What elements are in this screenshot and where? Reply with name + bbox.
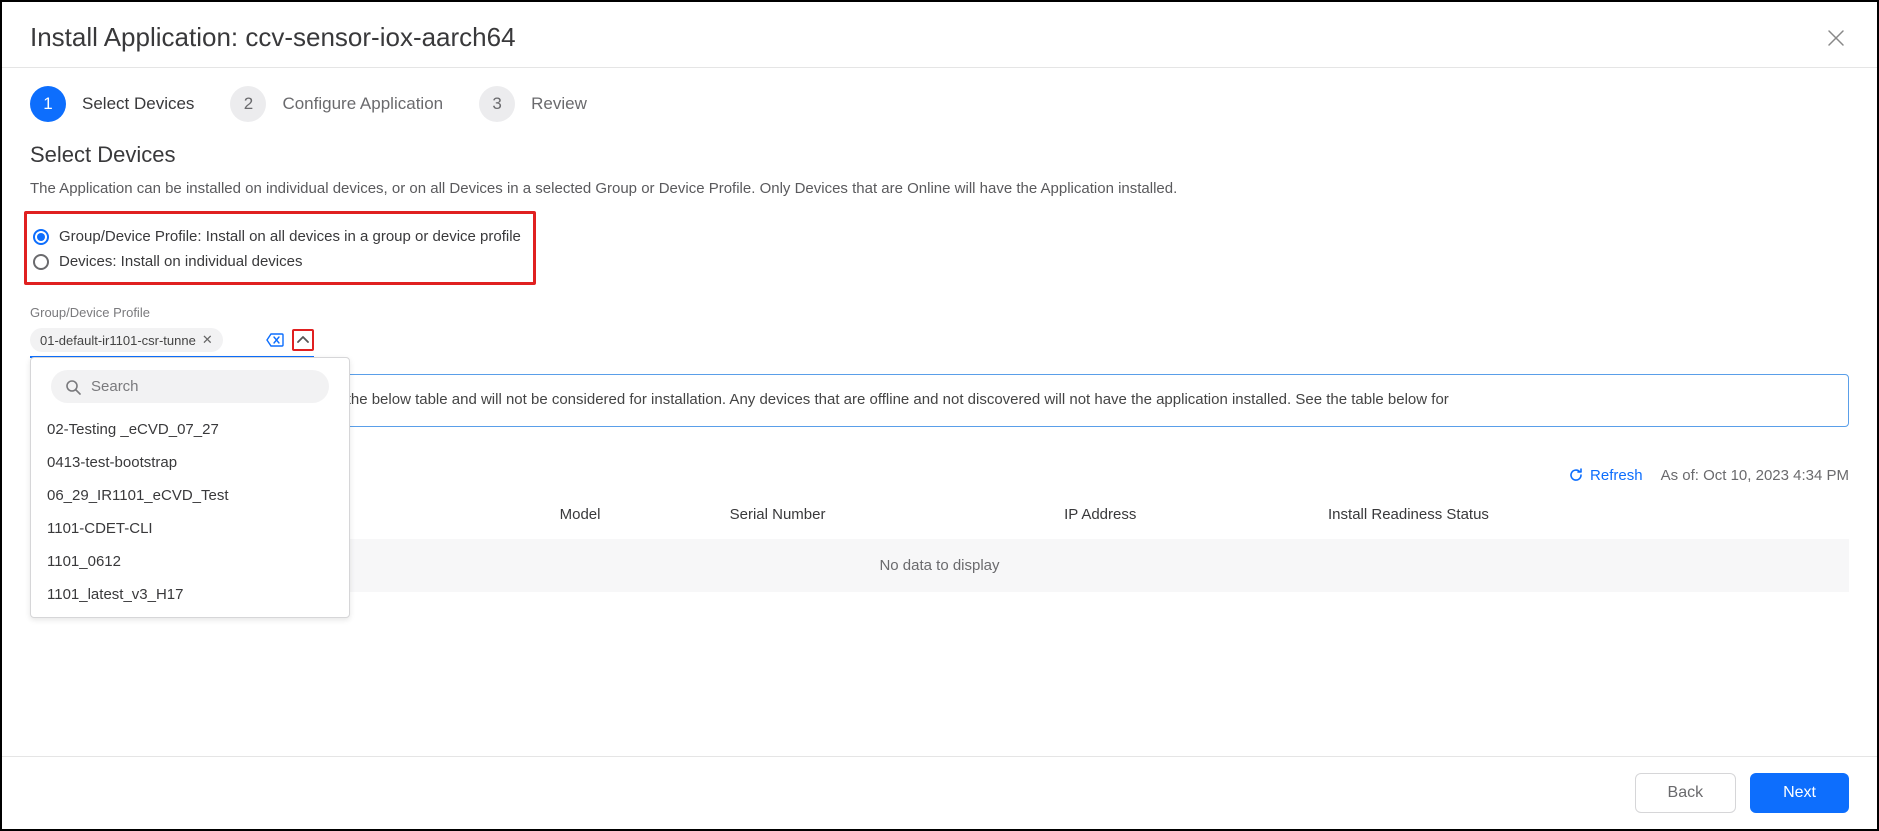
close-icon[interactable] [1823,22,1849,53]
dropdown-list[interactable]: 02-Testing _eCVD_07_27 0413-test-bootstr… [31,409,349,611]
step-number: 3 [479,86,515,122]
dropdown-item[interactable]: 1101_0612 [31,545,349,578]
dialog-header: Install Application: ccv-sensor-iox-aarc… [2,2,1877,68]
refresh-button[interactable]: Refresh [1568,467,1643,484]
step-label: Select Devices [82,94,194,114]
col-model[interactable]: Model [552,494,722,539]
dropdown-item[interactable]: 1101_latest_v3_H17 [31,578,349,611]
radio-icon [33,254,49,270]
chip-remove-icon[interactable]: ✕ [202,332,213,348]
col-ip-address[interactable]: IP Address [1056,494,1320,539]
dropdown-search-input[interactable]: Search [51,370,329,403]
wizard-stepper: 1 Select Devices 2 Configure Application… [2,68,1877,136]
install-target-radio-group: Group/Device Profile: Install on all dev… [24,211,536,285]
step-label: Review [531,94,587,114]
field-label: Group/Device Profile [30,305,314,320]
step-number: 2 [230,86,266,122]
dropdown-toggle[interactable] [292,329,314,351]
next-button[interactable]: Next [1750,773,1849,813]
group-profile-dropdown: Search 02-Testing _eCVD_07_27 0413-test-… [30,357,350,618]
install-app-dialog: Install Application: ccv-sensor-iox-aarc… [0,0,1879,831]
radio-label: Devices: Install on individual devices [59,253,302,270]
radio-icon [33,229,49,245]
group-profile-field: Group/Device Profile 01-default-ir1101-c… [2,285,342,358]
back-button[interactable]: Back [1635,773,1737,813]
step-number: 1 [30,86,66,122]
refresh-label: Refresh [1590,467,1643,484]
chip-text: 01-default-ir1101-csr-tunne [40,333,196,348]
section-description: The Application can be installed on indi… [30,180,1849,197]
chevron-up-icon [297,336,309,344]
dropdown-item[interactable]: 02-Testing _eCVD_07_27 [31,413,349,446]
dialog-title: Install Application: ccv-sensor-iox-aarc… [30,22,516,53]
search-icon [65,379,81,395]
group-profile-input[interactable]: 01-default-ir1101-csr-tunne ✕ [30,324,314,358]
step-configure-application[interactable]: 2 Configure Application [230,86,443,122]
radio-group-profile[interactable]: Group/Device Profile: Install on all dev… [33,224,521,249]
as-of-timestamp: As of: Oct 10, 2023 4:34 PM [1661,467,1849,484]
col-serial-number[interactable]: Serial Number [722,494,1056,539]
dialog-footer: Back Next [2,756,1877,829]
dropdown-item[interactable]: 06_29_IR1101_eCVD_Test [31,479,349,512]
search-placeholder: Search [91,378,139,395]
section-select-devices: Select Devices The Application can be in… [2,136,1877,285]
step-select-devices[interactable]: 1 Select Devices [30,86,194,122]
step-label: Configure Application [282,94,443,114]
dropdown-item[interactable]: 0413-test-bootstrap [31,446,349,479]
section-title: Select Devices [30,142,1849,168]
step-review[interactable]: 3 Review [479,86,587,122]
dropdown-item[interactable]: 1101-CDET-CLI [31,512,349,545]
selected-profile-chip[interactable]: 01-default-ir1101-csr-tunne ✕ [30,328,223,352]
clear-all-icon[interactable] [266,333,284,347]
radio-label: Group/Device Profile: Install on all dev… [59,228,521,245]
col-install-readiness[interactable]: Install Readiness Status [1320,494,1849,539]
refresh-icon [1568,467,1584,483]
radio-individual-devices[interactable]: Devices: Install on individual devices [33,249,521,274]
